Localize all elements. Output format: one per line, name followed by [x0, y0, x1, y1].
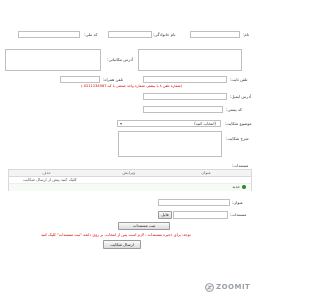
address-textarea[interactable] [138, 49, 242, 71]
radio-selected-icon[interactable] [242, 185, 246, 189]
warning-text: توجه: برای ذخیره مستندات ، لازم است پس ا… [41, 232, 191, 237]
upload-file-label: مستندات: [230, 212, 247, 217]
phone-input[interactable] [143, 76, 227, 83]
zoomit-logo-icon [205, 282, 214, 292]
header-delete: حذف [42, 170, 51, 175]
documents-table: عنوان ویرایش حذف کلیک کنید پیش از ارسال … [8, 169, 252, 191]
chevron-down-icon: ▾ [120, 121, 123, 126]
complaint-desc-textarea[interactable] [118, 131, 222, 157]
first-name-input[interactable] [190, 31, 240, 38]
complaint-desc-label: شرح شکایت: [226, 136, 249, 141]
documents-label: مستندات: [232, 163, 249, 168]
mobile-label: تلفن همراه: [103, 77, 123, 82]
phone-hint: (شماره تلفن ۸ یا بیشتر، شماره واحد صنعتی… [81, 84, 182, 88]
upload-title-label: عنوان: [232, 200, 244, 205]
email-label: آدرس ایمیل: [230, 94, 252, 99]
postal-code-input[interactable] [143, 106, 223, 113]
first-name-label: نام: [243, 32, 250, 37]
zoomit-logo-text: ZOOMIT [216, 283, 251, 291]
row-delete-link[interactable]: کلیک کنید پیش از ارسال شکایت [23, 177, 77, 183]
last-name-label: نام خانوادگی: [153, 32, 176, 37]
add-document-button[interactable]: ثبت مستندات [118, 222, 170, 230]
header-title: عنوان [201, 170, 211, 175]
national-code-input[interactable] [18, 31, 80, 38]
submit-complaint-button[interactable]: ارسال شکایت [103, 240, 141, 249]
postal-code-label: کد پستی: [226, 107, 242, 112]
postal-address-textarea[interactable] [5, 49, 101, 71]
subject-selected-value: (انتخاب کنید) [194, 121, 216, 126]
table-radio-row: جدید [9, 184, 251, 191]
last-name-input[interactable] [108, 31, 152, 38]
subject-label: موضوع شکایت: [225, 121, 252, 126]
choose-file-button[interactable]: فایل [158, 211, 172, 219]
zoomit-watermark: ZOOMIT [205, 281, 250, 293]
header-edit: ویرایش [122, 170, 135, 175]
phone-label: تلفن ثابت: [230, 77, 248, 82]
subject-select[interactable]: (انتخاب کنید) ▾ [117, 120, 221, 127]
mobile-input[interactable] [60, 76, 100, 83]
national-code-label: کد ملی: [84, 32, 98, 37]
file-path-input[interactable] [173, 211, 228, 219]
table-header-row: عنوان ویرایش حذف [9, 170, 251, 177]
upload-title-input[interactable] [158, 199, 230, 206]
table-row: کلیک کنید پیش از ارسال شکایت [9, 177, 251, 184]
email-input[interactable] [143, 93, 227, 100]
postal-address-label: آدرس مکاتباتی: [107, 57, 133, 62]
radio-label: جدید [232, 184, 240, 189]
